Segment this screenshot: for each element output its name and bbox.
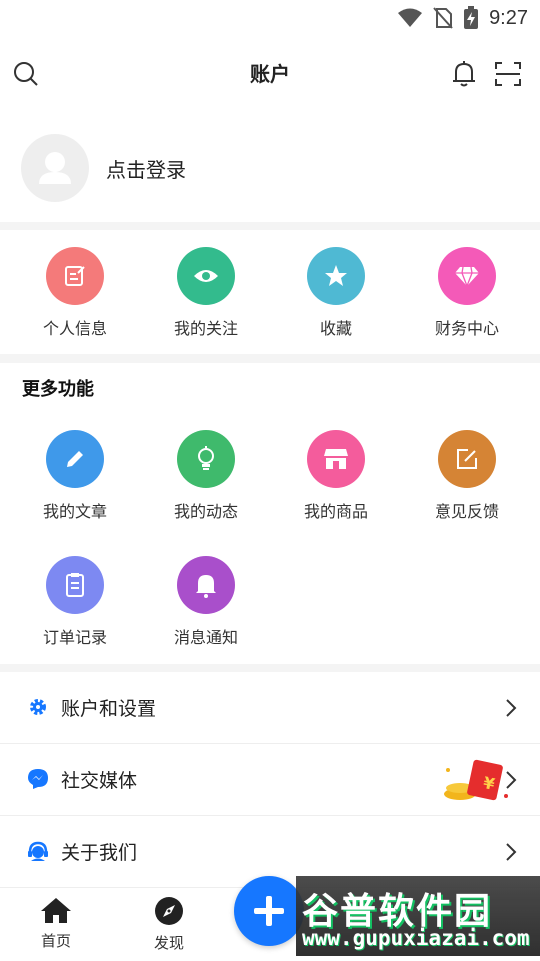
menu-item-social-media[interactable]: 社交媒体 ¥	[0, 744, 540, 816]
battery-charging-icon	[464, 6, 479, 29]
top-header: 账户	[0, 36, 540, 112]
quick-action-label: 个人信息	[42, 319, 107, 338]
feature-label: 订单记录	[42, 628, 107, 647]
feature-label: 消息通知	[173, 628, 238, 647]
support-agent-icon	[27, 840, 49, 862]
feature-notifications[interactable]: 消息通知	[141, 556, 271, 648]
quick-actions-section: 个人信息 我的关注 收藏 财务中心	[0, 230, 540, 354]
login-prompt[interactable]: 点击登录	[106, 154, 186, 183]
feature-label: 我的商品	[303, 502, 368, 521]
pencil-icon	[46, 430, 104, 488]
wifi-icon	[398, 8, 423, 27]
bell-icon	[177, 556, 235, 614]
feature-feedback[interactable]: 意见反馈	[402, 430, 532, 522]
feature-label: 我的文章	[42, 502, 107, 521]
feature-order-history[interactable]: 订单记录	[10, 556, 140, 648]
tab-label: 首页	[40, 932, 71, 950]
feature-label: 我的动态	[173, 502, 238, 521]
status-time: 9:27	[489, 6, 528, 29]
menu-item-label: 账户和设置	[61, 698, 157, 720]
eye-icon	[177, 247, 235, 305]
chevron-right-icon	[506, 699, 517, 717]
feature-my-articles[interactable]: 我的文章	[10, 430, 140, 522]
quick-action-finance[interactable]: 财务中心	[402, 247, 532, 339]
edit-profile-icon	[46, 247, 104, 305]
chevron-right-icon	[506, 843, 517, 861]
compass-icon	[155, 897, 183, 925]
bell-outline-icon	[453, 61, 475, 87]
quick-action-following[interactable]: 我的关注	[141, 247, 271, 339]
login-section[interactable]: 点击登录	[0, 112, 540, 222]
watermark-url: www.gupuxiazai.com	[302, 926, 530, 950]
feature-my-updates[interactable]: 我的动态	[141, 430, 271, 522]
star-icon	[307, 247, 365, 305]
status-icons: 9:27	[397, 6, 528, 30]
feature-my-products[interactable]: 我的商品	[271, 430, 401, 522]
messenger-icon	[27, 768, 49, 790]
tab-label: 发现	[153, 934, 184, 952]
store-icon	[307, 430, 365, 488]
home-icon	[41, 898, 71, 923]
watermark-overlay: 谷普软件园 www.gupuxiazai.com	[296, 876, 540, 956]
clipboard-icon	[46, 556, 104, 614]
feedback-edit-icon	[438, 430, 496, 488]
status-bar: 9:27	[0, 0, 540, 36]
quick-action-personal-info[interactable]: 个人信息	[10, 247, 140, 339]
plus-icon	[254, 896, 284, 926]
diamond-icon	[438, 247, 496, 305]
quick-action-label: 我的关注	[173, 319, 238, 338]
menu-item-account-settings[interactable]: 账户和设置	[0, 672, 540, 744]
feature-label: 意见反馈	[434, 502, 499, 521]
user-placeholder-icon	[39, 152, 71, 184]
gear-icon	[27, 696, 49, 718]
more-features-section: 更多功能 我的文章 我的动态 我的商品 意见反馈 订单记录 消息通知	[0, 363, 540, 664]
add-button[interactable]	[234, 876, 304, 946]
no-sim-icon	[433, 7, 453, 29]
notifications-button[interactable]	[446, 56, 482, 92]
quick-action-label: 财务中心	[434, 319, 499, 338]
scan-icon	[495, 62, 521, 86]
menu-item-label: 社交媒体	[61, 770, 138, 792]
lightbulb-icon	[177, 430, 235, 488]
scan-button[interactable]	[490, 56, 526, 92]
chevron-right-icon	[506, 771, 517, 789]
tab-discover[interactable]: 发现	[134, 896, 204, 953]
red-packet-icon: ¥	[444, 759, 508, 801]
quick-action-favorites[interactable]: 收藏	[271, 247, 401, 339]
avatar[interactable]	[21, 134, 89, 202]
section-title: 更多功能	[22, 379, 94, 400]
tab-home[interactable]: 首页	[21, 896, 91, 951]
quick-action-label: 收藏	[319, 319, 352, 338]
menu-item-label: 关于我们	[61, 842, 138, 864]
